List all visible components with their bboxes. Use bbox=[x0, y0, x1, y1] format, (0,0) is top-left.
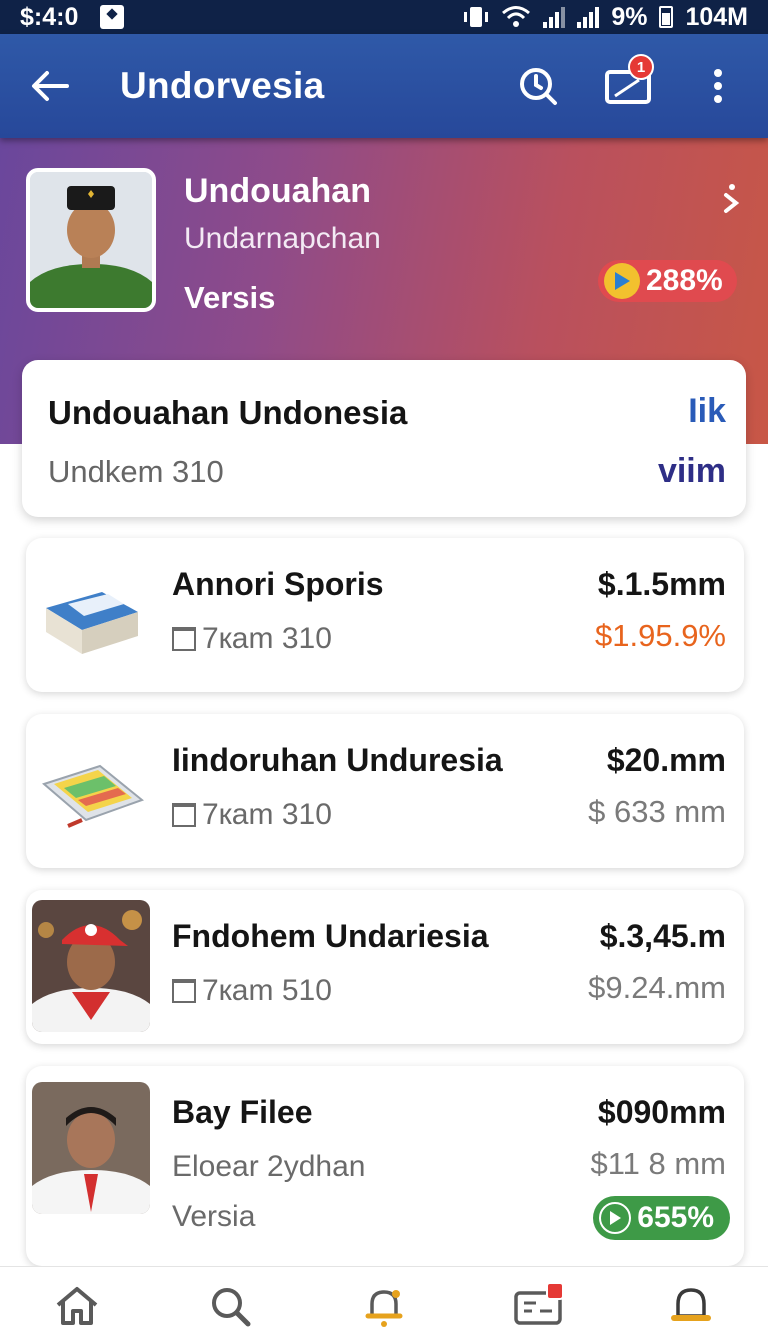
status-time: $:4:0 bbox=[20, 2, 79, 31]
notification-badge: 1 bbox=[628, 54, 654, 80]
search-button[interactable] bbox=[512, 60, 564, 112]
chevron-right-icon bbox=[724, 184, 740, 213]
calendar-icon bbox=[172, 979, 196, 1003]
nav-notifications[interactable] bbox=[663, 1278, 719, 1334]
more-options-button[interactable] bbox=[692, 60, 744, 112]
bell-icon bbox=[365, 1289, 403, 1327]
calendar-icon bbox=[172, 803, 196, 827]
item-title: Fndohem Undariesia bbox=[172, 918, 489, 954]
item-meta: 7кam 510 bbox=[172, 974, 332, 1008]
item-meta: Eloear 2ydhan bbox=[172, 1150, 365, 1184]
item-price: $20.mm bbox=[606, 742, 726, 778]
brand-logo-top: Iik bbox=[688, 392, 726, 430]
list-item[interactable]: Annori Sporis 7кam 310 $.1.5mm $1.95.9% bbox=[26, 538, 744, 692]
item-meta-text: 7кam 510 bbox=[202, 974, 332, 1007]
arrow-left-icon bbox=[32, 71, 69, 101]
item-change: $1.95.9% bbox=[595, 618, 726, 653]
play-icon bbox=[599, 1202, 632, 1234]
item-title: Annori Sporis bbox=[172, 566, 384, 602]
battery-percent: 9% bbox=[611, 2, 648, 31]
nav-home[interactable] bbox=[49, 1278, 105, 1334]
item-title: Bay Filee bbox=[172, 1094, 313, 1130]
status-right-text: 104M bbox=[685, 2, 748, 31]
battery-icon bbox=[659, 6, 674, 28]
change-badge: 288% bbox=[598, 260, 737, 302]
item-title: Iindoruhan Unduresia bbox=[172, 742, 503, 778]
brand-logo-bottom: viim bbox=[657, 452, 726, 490]
more-vertical-icon bbox=[714, 69, 722, 103]
book-icon bbox=[46, 592, 138, 654]
list-item[interactable]: Fndohem Undariesia 7кam 510 $.3,45.m $9.… bbox=[26, 890, 744, 1044]
item-meta-text: Eloear 2ydhan bbox=[172, 1150, 366, 1183]
home-icon bbox=[56, 1286, 98, 1325]
item-change: $ 633 mm bbox=[588, 794, 726, 829]
list-item[interactable]: Bay Filee Eloear 2ydhan Versia $090mm $1… bbox=[26, 1066, 744, 1266]
item-change: $11 8 mm bbox=[590, 1146, 726, 1181]
person-portrait-icon bbox=[30, 172, 152, 308]
person-thumbnail bbox=[32, 1082, 150, 1214]
item-price: $.1.5mm bbox=[597, 566, 726, 602]
profile-detail-button[interactable] bbox=[716, 182, 748, 222]
app-bar: Undorvesia 1 bbox=[0, 34, 768, 138]
item-meta: 7кam 310 bbox=[172, 798, 332, 832]
item-version: Versia bbox=[172, 1200, 256, 1233]
search-icon bbox=[520, 68, 557, 105]
profile-name: Undouahan bbox=[184, 172, 371, 210]
search-icon bbox=[212, 1287, 251, 1326]
vibrate-icon bbox=[464, 7, 489, 27]
status-badge-value: 655% bbox=[637, 1201, 714, 1234]
status-bar: $:4:0 9% 104M bbox=[0, 0, 768, 34]
item-meta-text: 7кam 310 bbox=[202, 798, 332, 831]
profile-subtitle: Undarnapchan bbox=[184, 222, 381, 255]
person-thumbnail bbox=[32, 900, 150, 1032]
smartphone-icon bbox=[41, 764, 145, 828]
list-item[interactable]: Iindoruhan Unduresia 7кam 310 $20.mm $ 6… bbox=[26, 714, 744, 868]
nav-tickets[interactable] bbox=[510, 1278, 566, 1334]
status-badge: 655% bbox=[593, 1196, 730, 1240]
summary-title: Undouahan Undonesia bbox=[48, 394, 408, 431]
profile-version: Versis bbox=[184, 280, 276, 315]
summary-subtitle: Undkem 310 bbox=[48, 454, 224, 489]
play-icon bbox=[604, 263, 640, 299]
item-meta-text: 7кam 310 bbox=[202, 622, 332, 655]
item-price: $090mm bbox=[597, 1094, 726, 1130]
nav-search[interactable] bbox=[202, 1278, 258, 1334]
book-thumbnail bbox=[38, 564, 148, 668]
item-meta: 7кam 310 bbox=[172, 622, 332, 656]
nav-alerts[interactable] bbox=[356, 1278, 412, 1334]
calendar-icon bbox=[172, 627, 196, 651]
inbox-button[interactable]: 1 bbox=[602, 54, 654, 112]
page-title: Undorvesia bbox=[120, 65, 325, 106]
item-change: $9.24.mm bbox=[588, 970, 726, 1005]
ticket-badge bbox=[545, 1281, 564, 1300]
bottom-navigation bbox=[0, 1266, 768, 1344]
avatar bbox=[26, 168, 156, 312]
change-badge-value: 288% bbox=[646, 264, 723, 297]
bell-icon bbox=[671, 1287, 712, 1321]
wifi-icon bbox=[502, 6, 531, 27]
summary-card[interactable]: Undouahan Undonesia Undkem 310 Iik viim bbox=[22, 360, 746, 517]
item-price: $.3,45.m bbox=[599, 918, 726, 954]
person-portrait-icon bbox=[32, 900, 150, 1032]
phone-thumbnail bbox=[38, 740, 148, 844]
signal-icon bbox=[543, 6, 566, 28]
signal-icon-2 bbox=[577, 6, 600, 28]
notification-app-icon bbox=[100, 5, 125, 29]
person-portrait-icon bbox=[32, 1082, 150, 1214]
back-button[interactable] bbox=[24, 60, 76, 112]
